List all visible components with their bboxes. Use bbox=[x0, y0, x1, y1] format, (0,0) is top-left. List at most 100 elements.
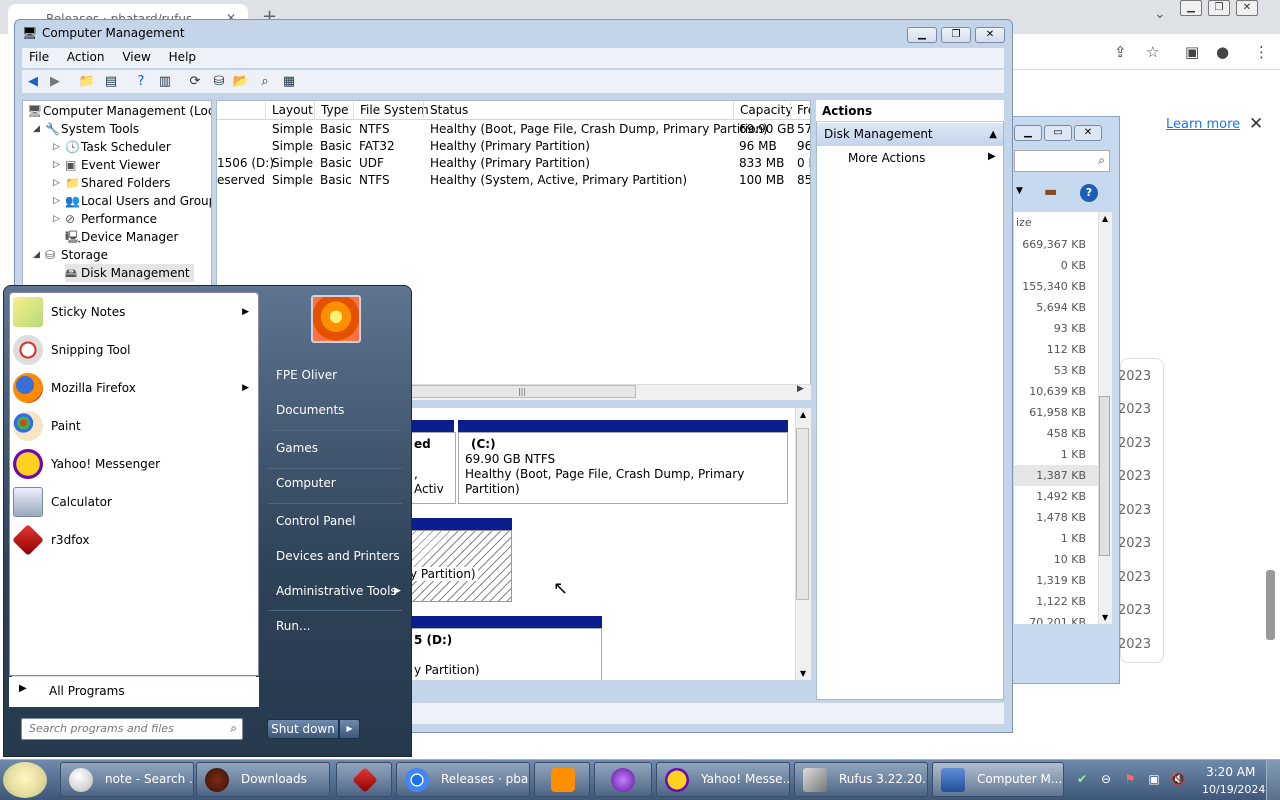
tree-item-event-viewer[interactable]: ▣ Event Viewer bbox=[65, 156, 160, 174]
tree-collapsed-icon[interactable]: ▷ bbox=[53, 160, 60, 170]
tree-expanded-icon[interactable]: ◢ bbox=[33, 124, 40, 134]
volume-row[interactable]: Simple Basic FAT32 Healthy (Primary Partiti… bbox=[217, 138, 810, 155]
minimize-icon[interactable]: ▁ bbox=[1180, 0, 1202, 16]
network-icon[interactable]: ▣ bbox=[1146, 771, 1162, 787]
start-right-documents[interactable]: Documents bbox=[276, 403, 344, 417]
tree-item-performance[interactable]: ⊘ Performance bbox=[65, 210, 157, 228]
size-column-header[interactable]: ize bbox=[1014, 212, 1098, 234]
volume-row[interactable]: 1506 (D:) Simple Basic UDF Healthy (Primary … bbox=[217, 155, 810, 172]
chevron-down-icon[interactable]: ⌄ bbox=[1154, 6, 1166, 22]
column-header-status[interactable]: Status bbox=[423, 101, 733, 120]
start-item-sticky-notes[interactable]: Sticky Notes ▶ bbox=[9, 295, 259, 329]
start-item-yahoo-messenger[interactable]: Yahoo! Messenger bbox=[9, 447, 259, 481]
taskbar-button-downloads[interactable]: Downloads bbox=[196, 762, 330, 797]
file-size-row[interactable]: 1,319 KB bbox=[1014, 570, 1098, 591]
start-right-games[interactable]: Games bbox=[276, 441, 318, 455]
file-size-row[interactable]: 5,694 KB bbox=[1014, 297, 1098, 318]
column-header-layout[interactable]: Layout bbox=[265, 101, 314, 120]
properties-icon[interactable]: ▦ bbox=[280, 73, 298, 91]
scroll-down-icon[interactable]: ▼ bbox=[1102, 613, 1108, 622]
taskbar-button-chrome[interactable]: Releases · pba... bbox=[396, 762, 530, 797]
up-folder-icon[interactable]: 📁 bbox=[78, 73, 96, 91]
taskbar-button-r3dfox[interactable] bbox=[336, 762, 392, 797]
close-icon[interactable]: ✕ bbox=[975, 27, 1005, 43]
scroll-down-icon[interactable]: ▼ bbox=[800, 669, 806, 678]
tree-item-system-tools[interactable]: 🔧System Tools bbox=[45, 120, 139, 138]
alert-flag-icon[interactable]: ⚑ bbox=[1122, 771, 1138, 787]
menu-view[interactable]: View bbox=[115, 48, 157, 66]
tree-expanded-icon[interactable]: ◢ bbox=[33, 250, 40, 260]
volume-fat32[interactable]: y Partition) bbox=[408, 530, 512, 602]
taskbar-button-note-search[interactable]: note - Search ... bbox=[60, 762, 194, 797]
minimize-icon[interactable]: ▁ bbox=[907, 27, 937, 43]
page-scrollbar[interactable] bbox=[1266, 570, 1275, 640]
close-icon[interactable]: ✕ bbox=[1236, 0, 1258, 16]
tree-item-storage[interactable]: ⛁ Storage bbox=[45, 246, 108, 264]
file-size-row[interactable]: 458 KB bbox=[1014, 423, 1098, 444]
start-search-input[interactable]: Search programs and files ⌕ bbox=[21, 718, 243, 740]
file-size-row[interactable]: 1,387 KB bbox=[1014, 465, 1098, 486]
tree-item-shared-folders[interactable]: 📁Shared Folders bbox=[65, 174, 170, 192]
minus-icon[interactable]: ⊖ bbox=[1098, 771, 1114, 787]
actions-section-disk-management[interactable]: Disk Management ▲ bbox=[817, 123, 1003, 146]
hscroll-thumb[interactable]: ||| bbox=[408, 385, 636, 398]
file-size-row[interactable]: 1 KB bbox=[1014, 444, 1098, 465]
file-size-row[interactable]: 10,639 KB bbox=[1014, 381, 1098, 402]
connect-disk-icon[interactable]: ⛁ bbox=[210, 73, 228, 91]
scroll-up-icon[interactable]: ▲ bbox=[1102, 214, 1108, 223]
file-size-row[interactable]: 93 KB bbox=[1014, 318, 1098, 339]
start-right-devices-printers[interactable]: Devices and Printers bbox=[276, 549, 400, 563]
file-size-row[interactable]: 70,201 KB bbox=[1014, 612, 1098, 624]
volume-muted-icon[interactable]: 🔇 bbox=[1170, 771, 1186, 787]
start-item-snipping-tool[interactable]: Snipping Tool bbox=[9, 333, 259, 367]
column-header-file-system[interactable]: File System bbox=[353, 101, 429, 120]
show-desktop-button[interactable] bbox=[1266, 760, 1280, 800]
show-hide-tree-icon[interactable]: ▤ bbox=[102, 73, 120, 91]
shutdown-options-icon[interactable]: ▶ bbox=[339, 719, 360, 739]
file-size-row[interactable]: 1,478 KB bbox=[1014, 507, 1098, 528]
tree-collapsed-icon[interactable]: ▷ bbox=[53, 214, 60, 224]
tree-collapsed-icon[interactable]: ▷ bbox=[53, 142, 60, 152]
start-item-calculator[interactable]: Calculator bbox=[9, 485, 259, 519]
volume-c[interactable]: (C:) 69.90 GB NTFS Healthy (Boot, Page F… bbox=[458, 432, 788, 504]
column-header-type[interactable]: Type bbox=[314, 101, 353, 120]
tree-item-root[interactable]: 🖥Computer Management (Local bbox=[27, 102, 211, 120]
volume-reserved[interactable]: ed , Activ bbox=[408, 432, 456, 504]
volume-d[interactable]: 5 (D:) y Partition) bbox=[408, 628, 602, 680]
more-actions-item[interactable]: More Actions bbox=[848, 151, 925, 165]
help-icon[interactable]: ? bbox=[132, 73, 150, 91]
back-icon[interactable]: ◀ bbox=[24, 73, 42, 91]
maximize-icon[interactable]: ▭ bbox=[1044, 125, 1072, 141]
tree-item-device-manager[interactable]: 🖳Device Manager bbox=[65, 228, 178, 246]
tree-item-disk-management[interactable]: 🖴 Disk Management bbox=[65, 264, 194, 282]
start-button[interactable] bbox=[3, 762, 47, 798]
profile-icon[interactable]: ● bbox=[1216, 43, 1229, 61]
taskbar-button-media-player[interactable] bbox=[534, 762, 590, 797]
disk-view-scroll-thumb[interactable] bbox=[796, 428, 809, 600]
refresh-icon[interactable]: ⟳ bbox=[186, 73, 204, 91]
start-right-run[interactable]: Run... bbox=[276, 619, 310, 633]
file-size-row[interactable]: 1,492 KB bbox=[1014, 486, 1098, 507]
close-icon[interactable]: ✕ bbox=[1074, 125, 1102, 141]
volume-row[interactable]: eserved Simple Basic NTFS Healthy (System, A… bbox=[217, 172, 810, 189]
close-icon[interactable]: ✕ bbox=[1249, 114, 1263, 134]
maximize-icon[interactable]: ❐ bbox=[1208, 0, 1230, 16]
collapse-up-icon[interactable]: ▲ bbox=[989, 123, 997, 146]
all-programs-button[interactable]: ▶ All Programs bbox=[9, 677, 259, 707]
column-header-capacity[interactable]: Capacity bbox=[733, 101, 792, 120]
tree-collapsed-icon[interactable]: ▷ bbox=[53, 196, 60, 206]
taskbar-button-app[interactable] bbox=[594, 762, 652, 797]
maximize-icon[interactable]: ❐ bbox=[941, 27, 971, 43]
sidebar-icon[interactable]: ▣ bbox=[1185, 43, 1199, 61]
file-size-row[interactable]: 669,367 KB bbox=[1014, 234, 1098, 255]
learn-more-link[interactable]: Learn more bbox=[1166, 117, 1240, 132]
menu-icon[interactable]: ⋮ bbox=[1254, 43, 1269, 61]
minimize-icon[interactable]: ▁ bbox=[1014, 125, 1042, 141]
file-size-row[interactable]: 10 KB bbox=[1014, 549, 1098, 570]
search-icon[interactable]: ⌕ bbox=[256, 73, 274, 91]
folder-icon[interactable]: ▬ bbox=[1044, 184, 1057, 200]
start-right-computer[interactable]: Computer bbox=[276, 476, 336, 490]
chevron-down-icon[interactable]: ▼ bbox=[1016, 186, 1023, 196]
tree-item-local-users[interactable]: 👥Local Users and Groups bbox=[65, 192, 211, 210]
help-icon[interactable]: ? bbox=[1080, 184, 1098, 202]
